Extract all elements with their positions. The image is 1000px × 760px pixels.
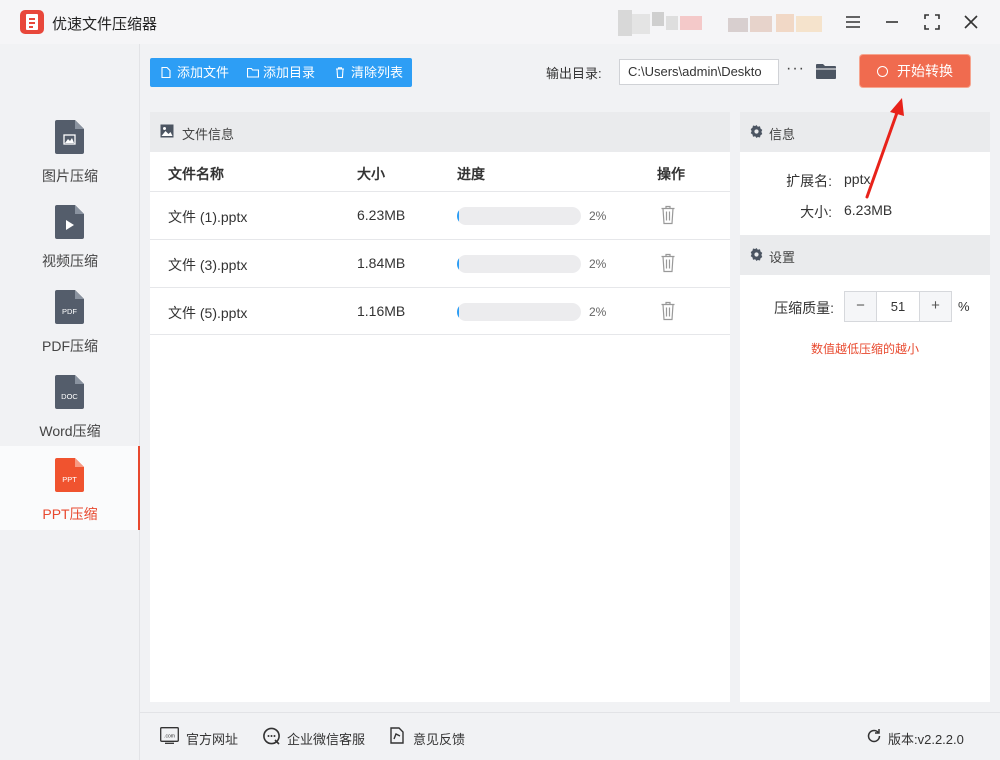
sidebar-item-word[interactable]: DOC Word压缩	[0, 363, 140, 447]
info-panel: 信息 扩展名: pptx 大小: 6.23MB 设置 压缩质量: − + % 数…	[740, 112, 990, 702]
table-row[interactable]: 文件 (3).pptx 1.84MB 2%	[150, 239, 730, 287]
add-folder-button[interactable]: 添加目录	[247, 58, 327, 87]
size-value: 6.23MB	[844, 202, 893, 218]
progress-fill	[457, 255, 460, 273]
sidebar-item-ppt[interactable]: PPT PPT压缩	[0, 446, 140, 530]
trash-icon	[336, 67, 344, 78]
file-size: 6.23MB	[357, 207, 406, 223]
settings-title: 设置	[769, 250, 796, 265]
sidebar: 图片压缩 视频压缩 PDF PDF压缩 DOC Word压缩 PPT PPT压缩	[0, 44, 140, 760]
delete-icon[interactable]	[660, 205, 676, 225]
video-doc-icon	[55, 205, 84, 239]
decrease-button[interactable]: −	[845, 292, 877, 321]
delete-icon[interactable]	[660, 301, 676, 321]
user-avatar-blurred[interactable]	[618, 8, 838, 38]
sidebar-item-label: 视频压缩	[42, 253, 98, 269]
file-icon	[161, 67, 171, 78]
clear-list-button[interactable]: 清除列表	[335, 58, 410, 87]
image-doc-icon	[55, 120, 84, 154]
maximize-icon[interactable]	[918, 8, 946, 36]
col-header-action: 操作	[657, 166, 685, 182]
title-bar: 优速文件压缩器	[0, 0, 1000, 44]
sidebar-item-pdf[interactable]: PDF PDF压缩	[0, 278, 140, 362]
file-name: 文件 (5).pptx	[168, 305, 248, 321]
progress-text: 2%	[589, 257, 607, 271]
doc-badge: PDF	[62, 307, 77, 316]
ext-label: 扩展名:	[786, 173, 832, 189]
file-list-panel: 文件信息 文件名称 大小 进度 操作 文件 (1).pptx 6.23MB 2%…	[150, 112, 730, 702]
minimize-icon[interactable]	[878, 8, 906, 36]
col-header-size: 大小	[357, 166, 385, 182]
more-options-button[interactable]: ···	[786, 61, 804, 81]
quality-stepper: − +	[844, 291, 952, 322]
table-row[interactable]: 文件 (1).pptx 6.23MB 2%	[150, 191, 730, 239]
percent-unit: %	[958, 299, 970, 314]
settings-header: 设置	[740, 235, 990, 275]
loading-ring-icon	[877, 66, 888, 77]
close-icon[interactable]	[957, 8, 985, 36]
start-convert-button[interactable]: 开始转换	[860, 55, 970, 87]
open-folder-icon[interactable]	[815, 62, 837, 80]
progress-bar	[457, 303, 581, 321]
chat-icon	[263, 727, 280, 745]
quality-hint: 数值越低压缩的越小	[810, 342, 919, 356]
file-name: 文件 (3).pptx	[168, 257, 248, 273]
info-title: 信息	[769, 127, 796, 142]
delete-icon[interactable]	[660, 253, 676, 273]
file-name: 文件 (1).pptx	[168, 209, 248, 225]
app-logo-icon	[20, 10, 44, 34]
gear-icon	[750, 248, 763, 261]
progress-text: 2%	[589, 209, 607, 223]
progress-text: 2%	[589, 305, 607, 319]
ext-value: pptx	[844, 171, 871, 187]
file-toolbar: 添加文件 添加目录 清除列表	[150, 58, 412, 87]
doc-badge: PPT	[62, 475, 77, 484]
sidebar-item-label: PPT压缩	[42, 506, 98, 522]
sidebar-item-label: PDF压缩	[42, 338, 98, 354]
file-panel-title: 文件信息	[182, 127, 235, 142]
doc-badge: DOC	[61, 392, 78, 401]
footer: .com 官方网址 企业微信客服 意见反馈 版本:v2.2.2.0	[140, 712, 1000, 760]
doc-doc-icon: DOC	[55, 375, 84, 409]
sidebar-item-video[interactable]: 视频压缩	[0, 193, 140, 277]
col-header-name: 文件名称	[168, 166, 224, 182]
sidebar-item-label: Word压缩	[39, 423, 101, 439]
pdf-doc-icon: PDF	[55, 290, 84, 324]
output-dir-label: 输出目录:	[546, 66, 602, 81]
info-header: 信息	[740, 112, 990, 152]
menu-icon[interactable]	[839, 8, 867, 36]
size-label: 大小:	[800, 204, 832, 220]
app-title: 优速文件压缩器	[52, 16, 158, 33]
quality-input[interactable]	[877, 292, 919, 321]
folder-icon	[247, 67, 259, 78]
progress-bar	[457, 255, 581, 273]
feedback-icon	[390, 727, 404, 744]
refresh-icon	[867, 729, 881, 743]
file-panel-header: 文件信息	[150, 112, 730, 152]
gear-icon	[750, 125, 763, 138]
output-dir-field[interactable]: C:\Users\admin\Deskto	[619, 59, 779, 85]
svg-text:.com: .com	[164, 734, 175, 740]
progress-fill	[457, 207, 460, 225]
sidebar-item-label: 图片压缩	[42, 168, 98, 184]
file-size: 1.84MB	[357, 255, 406, 271]
image-icon	[160, 124, 174, 138]
website-icon: .com	[160, 727, 179, 744]
ppt-doc-icon: PPT	[55, 458, 84, 492]
sidebar-item-image[interactable]: 图片压缩	[0, 108, 140, 192]
progress-fill	[457, 303, 460, 321]
quality-label: 压缩质量:	[774, 300, 834, 316]
add-file-button[interactable]: 添加文件	[161, 58, 241, 87]
table-row[interactable]: 文件 (5).pptx 1.16MB 2%	[150, 287, 730, 335]
col-header-progress: 进度	[457, 166, 485, 182]
file-size: 1.16MB	[357, 303, 406, 319]
increase-button[interactable]: +	[919, 292, 951, 321]
progress-bar	[457, 207, 581, 225]
